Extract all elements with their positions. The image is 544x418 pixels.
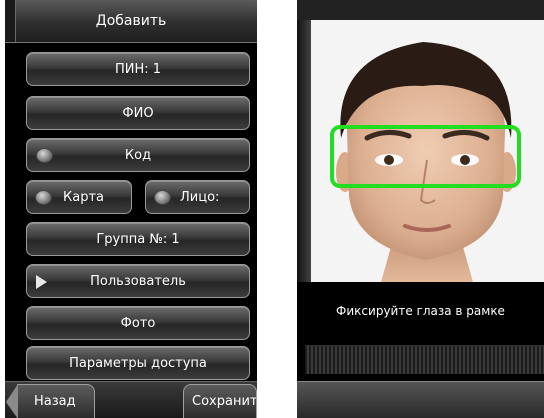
name-label: ФИО xyxy=(122,106,154,121)
user-add-panel: Добавить ПИН: 1 ФИО Код Карта Лицо: Груп… xyxy=(5,0,257,418)
card-label: Карта xyxy=(63,190,104,205)
face-radio-icon xyxy=(154,190,171,205)
save-label: Сохранить xyxy=(192,394,257,409)
play-icon xyxy=(36,275,47,289)
status-area: Фиксируйте глаза в рамке xyxy=(297,283,544,339)
face-enroll-panel: Фиксируйте глаза в рамке xyxy=(297,0,544,418)
back-button[interactable]: Назад xyxy=(6,384,95,418)
group-label: Группа №: 1 xyxy=(96,232,180,247)
photo-label: Фото xyxy=(120,316,156,331)
name-button[interactable]: ФИО xyxy=(26,96,250,130)
back-label: Назад xyxy=(34,394,76,409)
card-button[interactable]: Карта xyxy=(26,180,132,214)
photo-button[interactable]: Фото xyxy=(26,306,250,340)
frame-edge xyxy=(297,20,311,282)
header-bar: Добавить xyxy=(5,0,257,43)
pin-button[interactable]: ПИН: 1 xyxy=(26,52,250,86)
face-button[interactable]: Лицо: xyxy=(145,180,250,214)
face-label: Лицо: xyxy=(180,190,220,205)
speaker-grille xyxy=(305,345,544,374)
page-title: Добавить xyxy=(95,13,167,29)
camera-header xyxy=(297,0,544,21)
access-settings-button[interactable]: Параметры доступа xyxy=(26,346,250,380)
password-radio-icon xyxy=(36,148,53,163)
instruction-text: Фиксируйте глаза в рамке xyxy=(336,304,505,318)
password-label: Код xyxy=(124,148,152,163)
password-button[interactable]: Код xyxy=(26,138,250,172)
user-role-button[interactable]: Пользователь xyxy=(26,264,250,298)
save-button[interactable]: Сохранить xyxy=(183,384,257,418)
footer-bar: Назад Сохранить xyxy=(5,381,257,418)
access-settings-label: Параметры доступа xyxy=(69,356,207,371)
card-radio-icon xyxy=(35,190,52,205)
group-button[interactable]: Группа №: 1 xyxy=(26,222,250,256)
camera-preview xyxy=(311,20,544,282)
eye-alignment-frame xyxy=(330,125,521,188)
header-notch xyxy=(5,0,16,42)
pin-label: ПИН: 1 xyxy=(114,62,162,77)
right-footer-bar xyxy=(297,381,544,418)
user-role-label: Пользователь xyxy=(90,274,186,289)
